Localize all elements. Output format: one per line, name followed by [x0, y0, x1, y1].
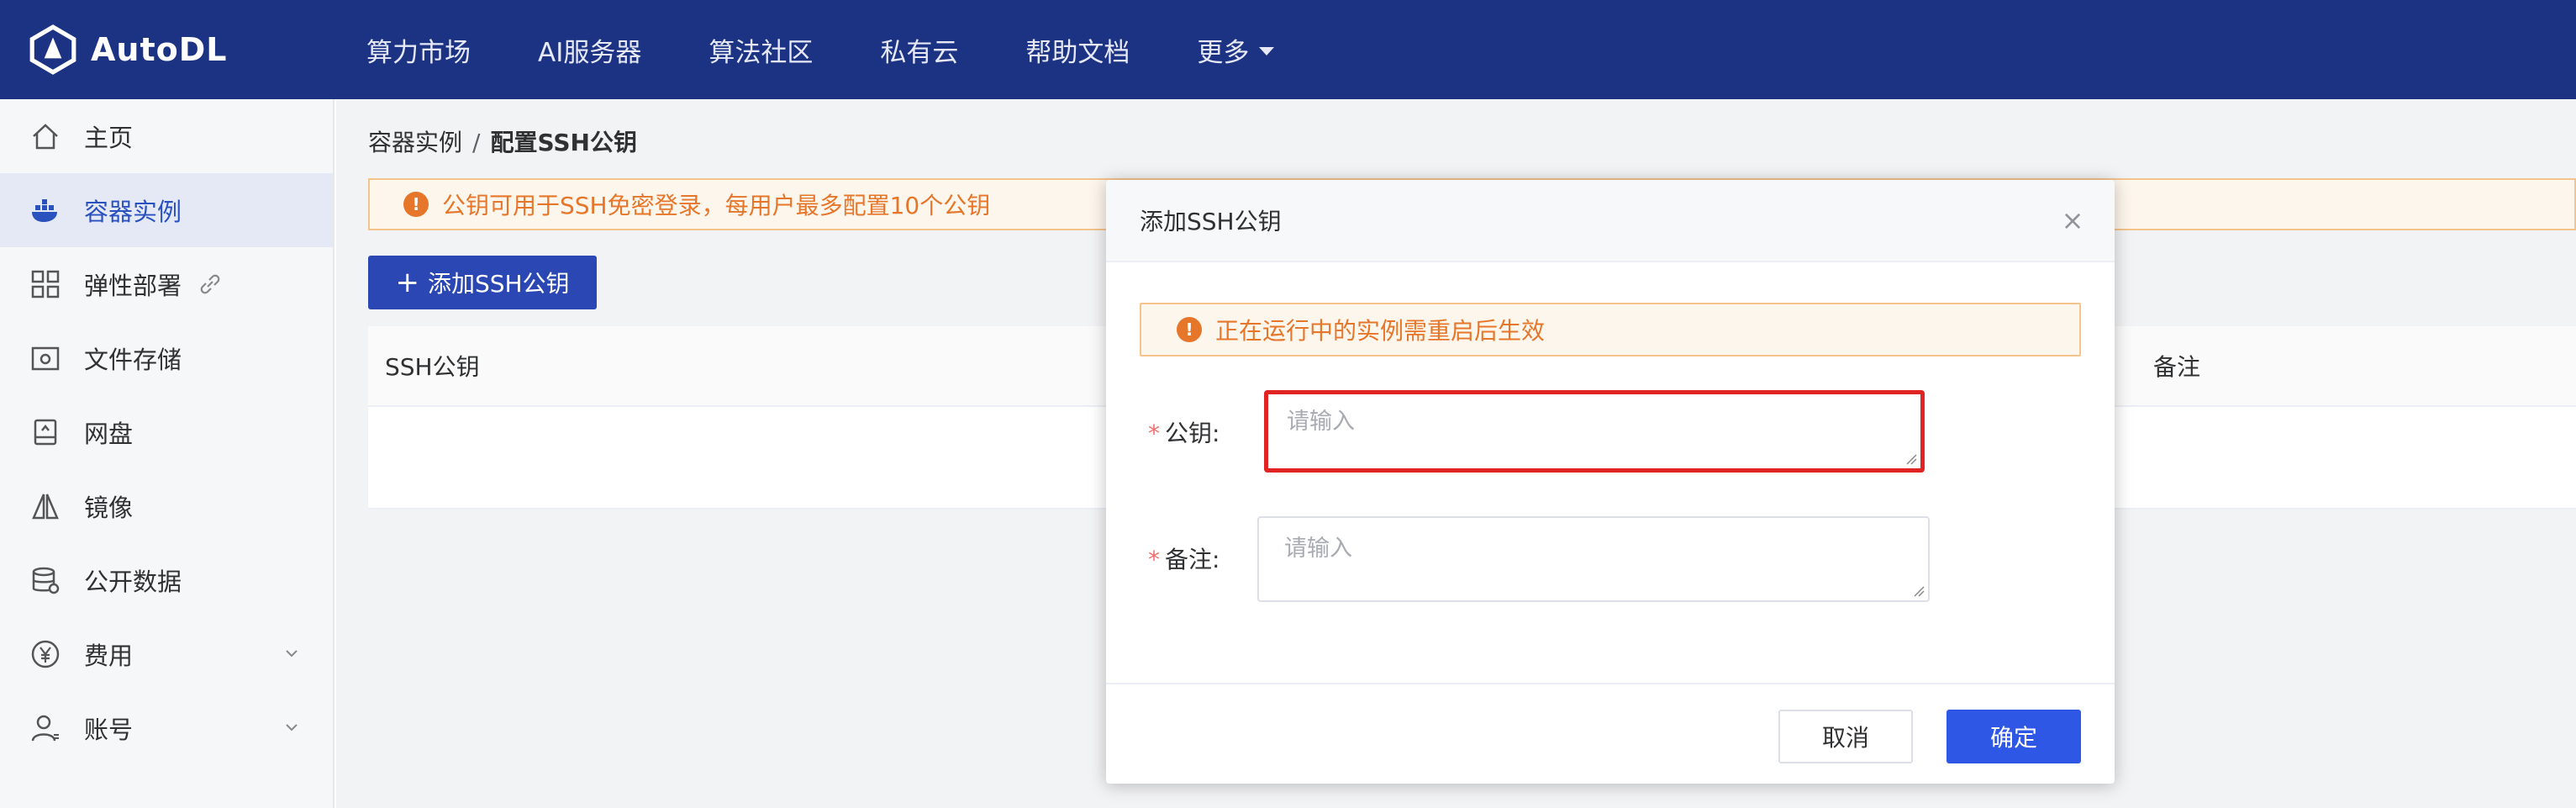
sidebar-item-label: 镜像 — [84, 494, 134, 522]
container-icon — [29, 193, 62, 227]
sidebar-item-label: 弹性部署 — [84, 272, 182, 300]
sidebar-item-label: 网盘 — [84, 420, 134, 448]
chevron-down-icon — [286, 650, 298, 657]
sidebar-item-label: 费用 — [84, 642, 134, 670]
logo-text: AutoDL — [91, 31, 228, 68]
sidebar-item-label: 主页 — [84, 124, 134, 152]
breadcrumb-parent[interactable]: 容器实例 — [368, 129, 462, 156]
dialog-alert: ! 正在运行中的实例需重启后生效 — [1140, 303, 2081, 356]
public-key-label: * 公钥: — [1148, 415, 1220, 449]
dialog-title: 添加SSH公钥 — [1140, 208, 1282, 235]
warning-icon: ! — [1177, 317, 1202, 342]
plus-icon: + — [395, 266, 419, 299]
yen-icon — [29, 637, 62, 671]
sidebar-item-label: 公开数据 — [84, 568, 182, 596]
dialog-header: 添加SSH公钥 × — [1106, 180, 2115, 262]
sidebar-item-netdisk[interactable]: 网盘 — [0, 395, 333, 469]
resize-handle-icon[interactable] — [1905, 453, 1917, 465]
sidebar-item-label: 文件存储 — [84, 346, 182, 374]
sidebar-item-public-data[interactable]: 公开数据 — [0, 543, 333, 617]
database-icon — [29, 563, 62, 597]
nav-item-docs[interactable]: 帮助文档 — [1025, 31, 1130, 69]
warning-icon: ! — [403, 192, 429, 217]
add-ssh-key-dialog: 添加SSH公钥 × ! 正在运行中的实例需重启后生效 * 公钥: 请输入 * 备注:… — [1106, 180, 2115, 784]
nav-item-market[interactable]: 算力市场 — [366, 31, 471, 69]
home-icon — [29, 119, 62, 153]
nav-item-ai-server[interactable]: AI服务器 — [538, 31, 641, 69]
add-button-label: 添加SSH公钥 — [427, 270, 570, 298]
column-remark: 备注 — [2153, 353, 2201, 381]
autodl-logo-icon — [29, 24, 76, 75]
breadcrumb: 容器实例 / 配置SSH公钥 — [368, 124, 637, 158]
sidebar-item-mirror[interactable]: 镜像 — [0, 469, 333, 543]
public-key-placeholder: 请输入 — [1287, 409, 1355, 435]
user-icon — [29, 711, 62, 745]
remark-label: * 备注: — [1148, 541, 1220, 575]
sidebar: 主页 容器实例 弹性部署 文件存储 网盘 镜像 公开数据 费用 账号 — [0, 99, 335, 808]
sidebar-item-account[interactable]: 账号 — [0, 691, 333, 765]
drive-icon — [29, 415, 62, 449]
remark-placeholder: 请输入 — [1284, 536, 1352, 562]
top-navbar: AutoDL 算力市场 AI服务器 算法社区 私有云 帮助文档 更多 — [0, 0, 2576, 99]
cancel-button[interactable]: 取消 — [1778, 710, 1913, 763]
mirror-icon — [29, 489, 62, 523]
sidebar-item-containers[interactable]: 容器实例 — [0, 173, 333, 247]
sidebar-item-home[interactable]: 主页 — [0, 99, 333, 173]
folder-icon — [29, 341, 62, 375]
nav-item-private-cloud[interactable]: 私有云 — [880, 31, 958, 69]
public-key-input[interactable]: 请输入 — [1264, 390, 1925, 473]
nav-item-community[interactable]: 算法社区 — [709, 31, 813, 69]
dialog-footer: 取消 确定 — [1106, 683, 2115, 784]
logo[interactable]: AutoDL — [27, 24, 346, 76]
caret-down-icon — [1259, 47, 1275, 55]
remark-label-text: 备注: — [1165, 546, 1220, 573]
nav-more-label: 更多 — [1197, 37, 1250, 68]
column-ssh-key: SSH公钥 — [385, 353, 480, 381]
notice-text: 公钥可用于SSH免密登录，每用户最多配置10个公钥 — [442, 192, 991, 219]
required-mark: * — [1148, 546, 1160, 573]
public-key-label-text: 公钥: — [1165, 420, 1220, 447]
main-nav: 算力市场 AI服务器 算法社区 私有云 帮助文档 更多 — [366, 31, 1341, 69]
breadcrumb-current: 配置SSH公钥 — [490, 129, 637, 156]
required-mark: * — [1148, 420, 1160, 447]
close-icon[interactable]: × — [2061, 207, 2084, 234]
grid-icon — [29, 267, 62, 301]
sidebar-item-label: 容器实例 — [84, 198, 182, 226]
resize-handle-icon[interactable] — [1913, 585, 1925, 597]
nav-item-more[interactable]: 更多 — [1197, 31, 1275, 69]
sidebar-item-label: 账号 — [84, 716, 134, 744]
remark-input[interactable]: 请输入 — [1257, 516, 1930, 602]
add-ssh-key-button[interactable]: + 添加SSH公钥 — [368, 256, 597, 309]
sidebar-item-file-storage[interactable]: 文件存储 — [0, 321, 333, 395]
breadcrumb-separator: / — [472, 129, 481, 156]
sidebar-item-elastic-deploy[interactable]: 弹性部署 — [0, 247, 333, 321]
dialog-alert-text: 正在运行中的实例需重启后生效 — [1215, 317, 1546, 345]
link-icon — [200, 274, 220, 294]
sidebar-item-billing[interactable]: 费用 — [0, 617, 333, 691]
chevron-down-icon — [286, 724, 298, 731]
confirm-button[interactable]: 确定 — [1946, 710, 2081, 763]
